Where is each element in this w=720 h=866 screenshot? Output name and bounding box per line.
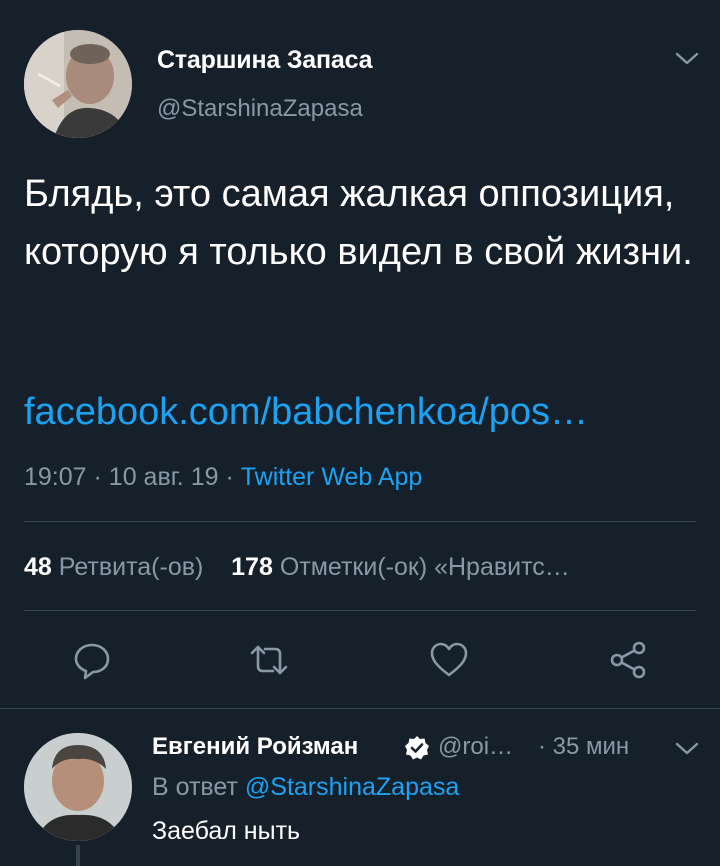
heart-icon[interactable] [429, 640, 469, 680]
reply-context: В ответ @StarshinaZapasa [152, 773, 459, 802]
meta-separator: · [225, 463, 241, 491]
retweets-label: Ретвита(-ов) [58, 553, 204, 581]
reply-icon[interactable] [72, 640, 112, 680]
reply-time[interactable]: · 35 мин [538, 733, 629, 761]
reply-prefix: В ответ [152, 773, 238, 801]
likes-label: Отметки(-ок) «Нравитс… [279, 553, 570, 581]
tweet-source[interactable]: Twitter Web App [241, 463, 423, 491]
reply-author-name[interactable]: Евгений Ройзман [152, 733, 358, 761]
reply-author-avatar[interactable] [24, 733, 132, 841]
likes-count: 178 [231, 553, 273, 581]
author-handle[interactable]: @StarshinaZapasa [157, 95, 363, 123]
retweet-icon[interactable] [249, 640, 289, 680]
reply-author-handle[interactable]: @roi… [438, 733, 513, 761]
tweet-stats: 48 Ретвита(-ов) 178 Отметки(-ок) «Нравит… [24, 553, 570, 582]
tweet-time: 19:07 [24, 463, 87, 491]
share-icon[interactable] [608, 640, 648, 680]
likes-stat[interactable]: 178 Отметки(-ок) «Нравитс… [231, 553, 570, 581]
chevron-down-icon[interactable] [674, 740, 700, 758]
retweets-count: 48 [24, 553, 52, 581]
reply-text: Заебал ныть [152, 817, 301, 845]
tweet-link[interactable]: facebook.com/babchenkoa/pos… [24, 391, 588, 434]
tweet-separator [0, 708, 720, 709]
divider [24, 521, 696, 522]
tweet-meta: 19:07 · 10 авг. 19 · Twitter Web App [24, 463, 422, 492]
chevron-down-icon[interactable] [674, 50, 700, 68]
tweet-date: 10 авг. 19 [108, 463, 219, 491]
meta-separator: · [93, 463, 109, 491]
thread-line [76, 845, 80, 866]
author-name[interactable]: Старшина Запаса [157, 46, 373, 75]
verified-badge-icon [404, 735, 430, 761]
divider [24, 610, 696, 611]
author-avatar[interactable] [24, 30, 132, 138]
reply-to-handle[interactable]: @StarshinaZapasa [245, 773, 459, 801]
tweet-text: Блядь, это самая жалкая оппозиция, котор… [24, 173, 693, 273]
retweets-stat[interactable]: 48 Ретвита(-ов) [24, 553, 203, 581]
